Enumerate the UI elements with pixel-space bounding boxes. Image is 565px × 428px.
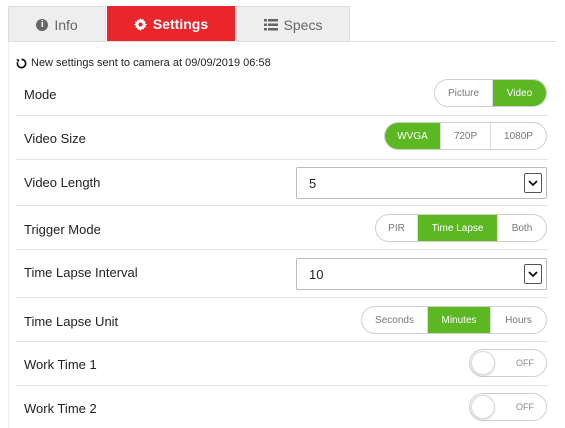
trigger-mode-option-time-lapse[interactable]: Time Lapse (418, 215, 498, 241)
time-lapse-interval-label: Time Lapse Interval (24, 265, 138, 280)
divider (16, 205, 548, 206)
time-lapse-unit-option-minutes[interactable]: Minutes (428, 307, 491, 333)
video-size-option-1080p[interactable]: 1080P (491, 123, 546, 149)
mode-label: Mode (24, 87, 57, 102)
refresh-icon (16, 58, 27, 68)
divider (16, 159, 548, 160)
chevron-down-icon[interactable] (524, 173, 542, 193)
toggle-knob (471, 395, 495, 419)
tab-specs-label: Specs (283, 16, 323, 33)
work-time-1-toggle[interactable]: OFF (469, 349, 547, 377)
gear-icon (133, 17, 147, 31)
tab-settings-label: Settings (152, 16, 209, 32)
status-text: New settings sent to camera at 09/09/201… (31, 57, 271, 69)
divider (16, 385, 548, 386)
work-time-1-label: Work Time 1 (24, 357, 97, 372)
list-icon (263, 18, 278, 31)
mode-option-video[interactable]: Video (493, 80, 546, 106)
time-lapse-unit-segmented-control: Seconds Minutes Hours (361, 306, 547, 334)
tab-bar: i Info Settings Specs (8, 6, 548, 42)
divider (16, 115, 548, 116)
time-lapse-interval-select[interactable]: 10 (296, 258, 547, 290)
work-time-2-state: OFF (516, 402, 534, 412)
trigger-mode-segmented-control: PIR Time Lapse Both (375, 214, 547, 242)
tab-info[interactable]: i Info (8, 6, 106, 42)
divider (16, 297, 548, 298)
video-size-segmented-control: WVGA 720P 1080P (384, 122, 547, 150)
status-message: New settings sent to camera at 09/09/201… (16, 57, 271, 69)
video-size-option-720p[interactable]: 720P (441, 123, 491, 149)
trigger-mode-option-pir[interactable]: PIR (376, 215, 418, 241)
divider (16, 249, 548, 250)
work-time-2-label: Work Time 2 (24, 401, 97, 416)
tab-settings[interactable]: Settings (107, 6, 235, 42)
work-time-2-toggle[interactable]: OFF (469, 393, 547, 421)
mode-option-picture[interactable]: Picture (435, 80, 493, 106)
video-length-value: 5 (309, 175, 317, 191)
tab-specs[interactable]: Specs (236, 6, 350, 42)
time-lapse-unit-option-seconds[interactable]: Seconds (362, 307, 428, 333)
time-lapse-interval-value: 10 (309, 266, 324, 282)
video-size-label: Video Size (24, 131, 86, 146)
trigger-mode-label: Trigger Mode (24, 222, 101, 237)
tab-info-label: Info (54, 16, 78, 33)
chevron-down-icon[interactable] (524, 264, 542, 284)
toggle-knob (471, 351, 495, 375)
divider (16, 341, 548, 342)
video-length-select[interactable]: 5 (296, 167, 547, 199)
time-lapse-unit-label: Time Lapse Unit (24, 314, 119, 329)
video-size-option-wvga[interactable]: WVGA (385, 123, 441, 149)
video-length-label: Video Length (24, 175, 101, 190)
work-time-1-state: OFF (516, 358, 534, 368)
mode-segmented-control: Picture Video (434, 79, 547, 107)
trigger-mode-option-both[interactable]: Both (498, 215, 546, 241)
info-icon: i (36, 18, 49, 31)
time-lapse-unit-option-hours[interactable]: Hours (491, 307, 546, 333)
